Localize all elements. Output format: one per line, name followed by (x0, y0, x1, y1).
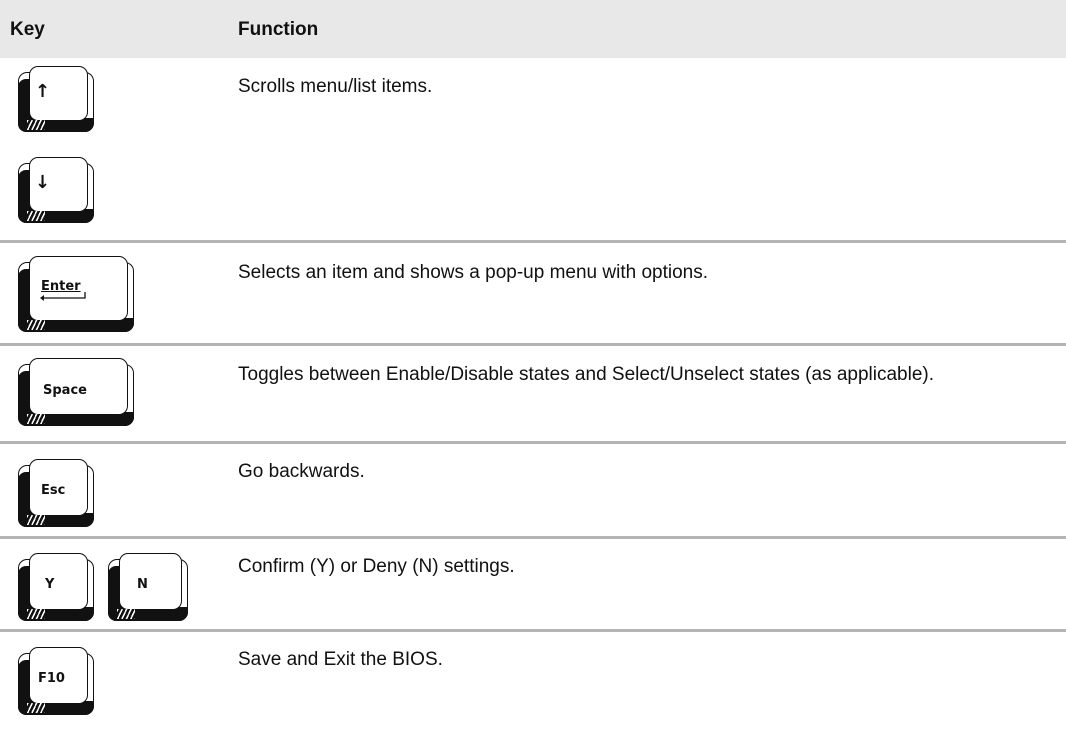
f10-key: F10 (18, 647, 94, 715)
row-description: Selects an item and shows a pop-up menu … (238, 262, 708, 283)
table-row: Enter Selects an item and shows a pop-up… (0, 243, 1066, 343)
down-arrow-icon: ↓ (35, 172, 51, 193)
table-row: ↑ ↓ Scrolls menu/list items. (0, 58, 1066, 240)
down-arrow-key: ↓ (18, 157, 94, 223)
table-row: F10 Save and Exit the BIOS. (0, 632, 1066, 747)
esc-key: Esc (18, 459, 94, 527)
row-description: Toggles between Enable/Disable states an… (238, 364, 935, 385)
table-row: Y N Confirm (Y) or Deny (N) settings. (0, 539, 1066, 629)
f10-key-label: F10 (38, 671, 65, 686)
row-description: Scrolls menu/list items. (238, 76, 433, 97)
space-key-label: Space (43, 383, 87, 398)
esc-key-label: Esc (41, 483, 66, 498)
y-key: Y (18, 553, 94, 621)
space-key: Space (18, 358, 134, 426)
return-arrow-icon (40, 292, 86, 301)
n-key: N (108, 553, 188, 621)
enter-key: Enter (18, 256, 134, 332)
table-row: Esc Go backwards. (0, 444, 1066, 536)
up-arrow-key: ↑ (18, 66, 94, 132)
row-description: Go backwards. (238, 461, 365, 482)
key-function-table: Key Function ↑ ↓ Scrolls menu/list items… (0, 0, 1066, 747)
up-arrow-icon: ↑ (35, 81, 51, 102)
header-function: Function (238, 19, 319, 40)
row-description: Save and Exit the BIOS. (238, 649, 443, 670)
n-key-label: N (137, 577, 148, 592)
table-row: Space Toggles between Enable/Disable sta… (0, 346, 1066, 441)
table-header: Key Function (0, 0, 1066, 58)
header-key: Key (10, 19, 45, 40)
y-key-label: Y (45, 577, 55, 592)
row-description: Confirm (Y) or Deny (N) settings. (238, 556, 515, 577)
